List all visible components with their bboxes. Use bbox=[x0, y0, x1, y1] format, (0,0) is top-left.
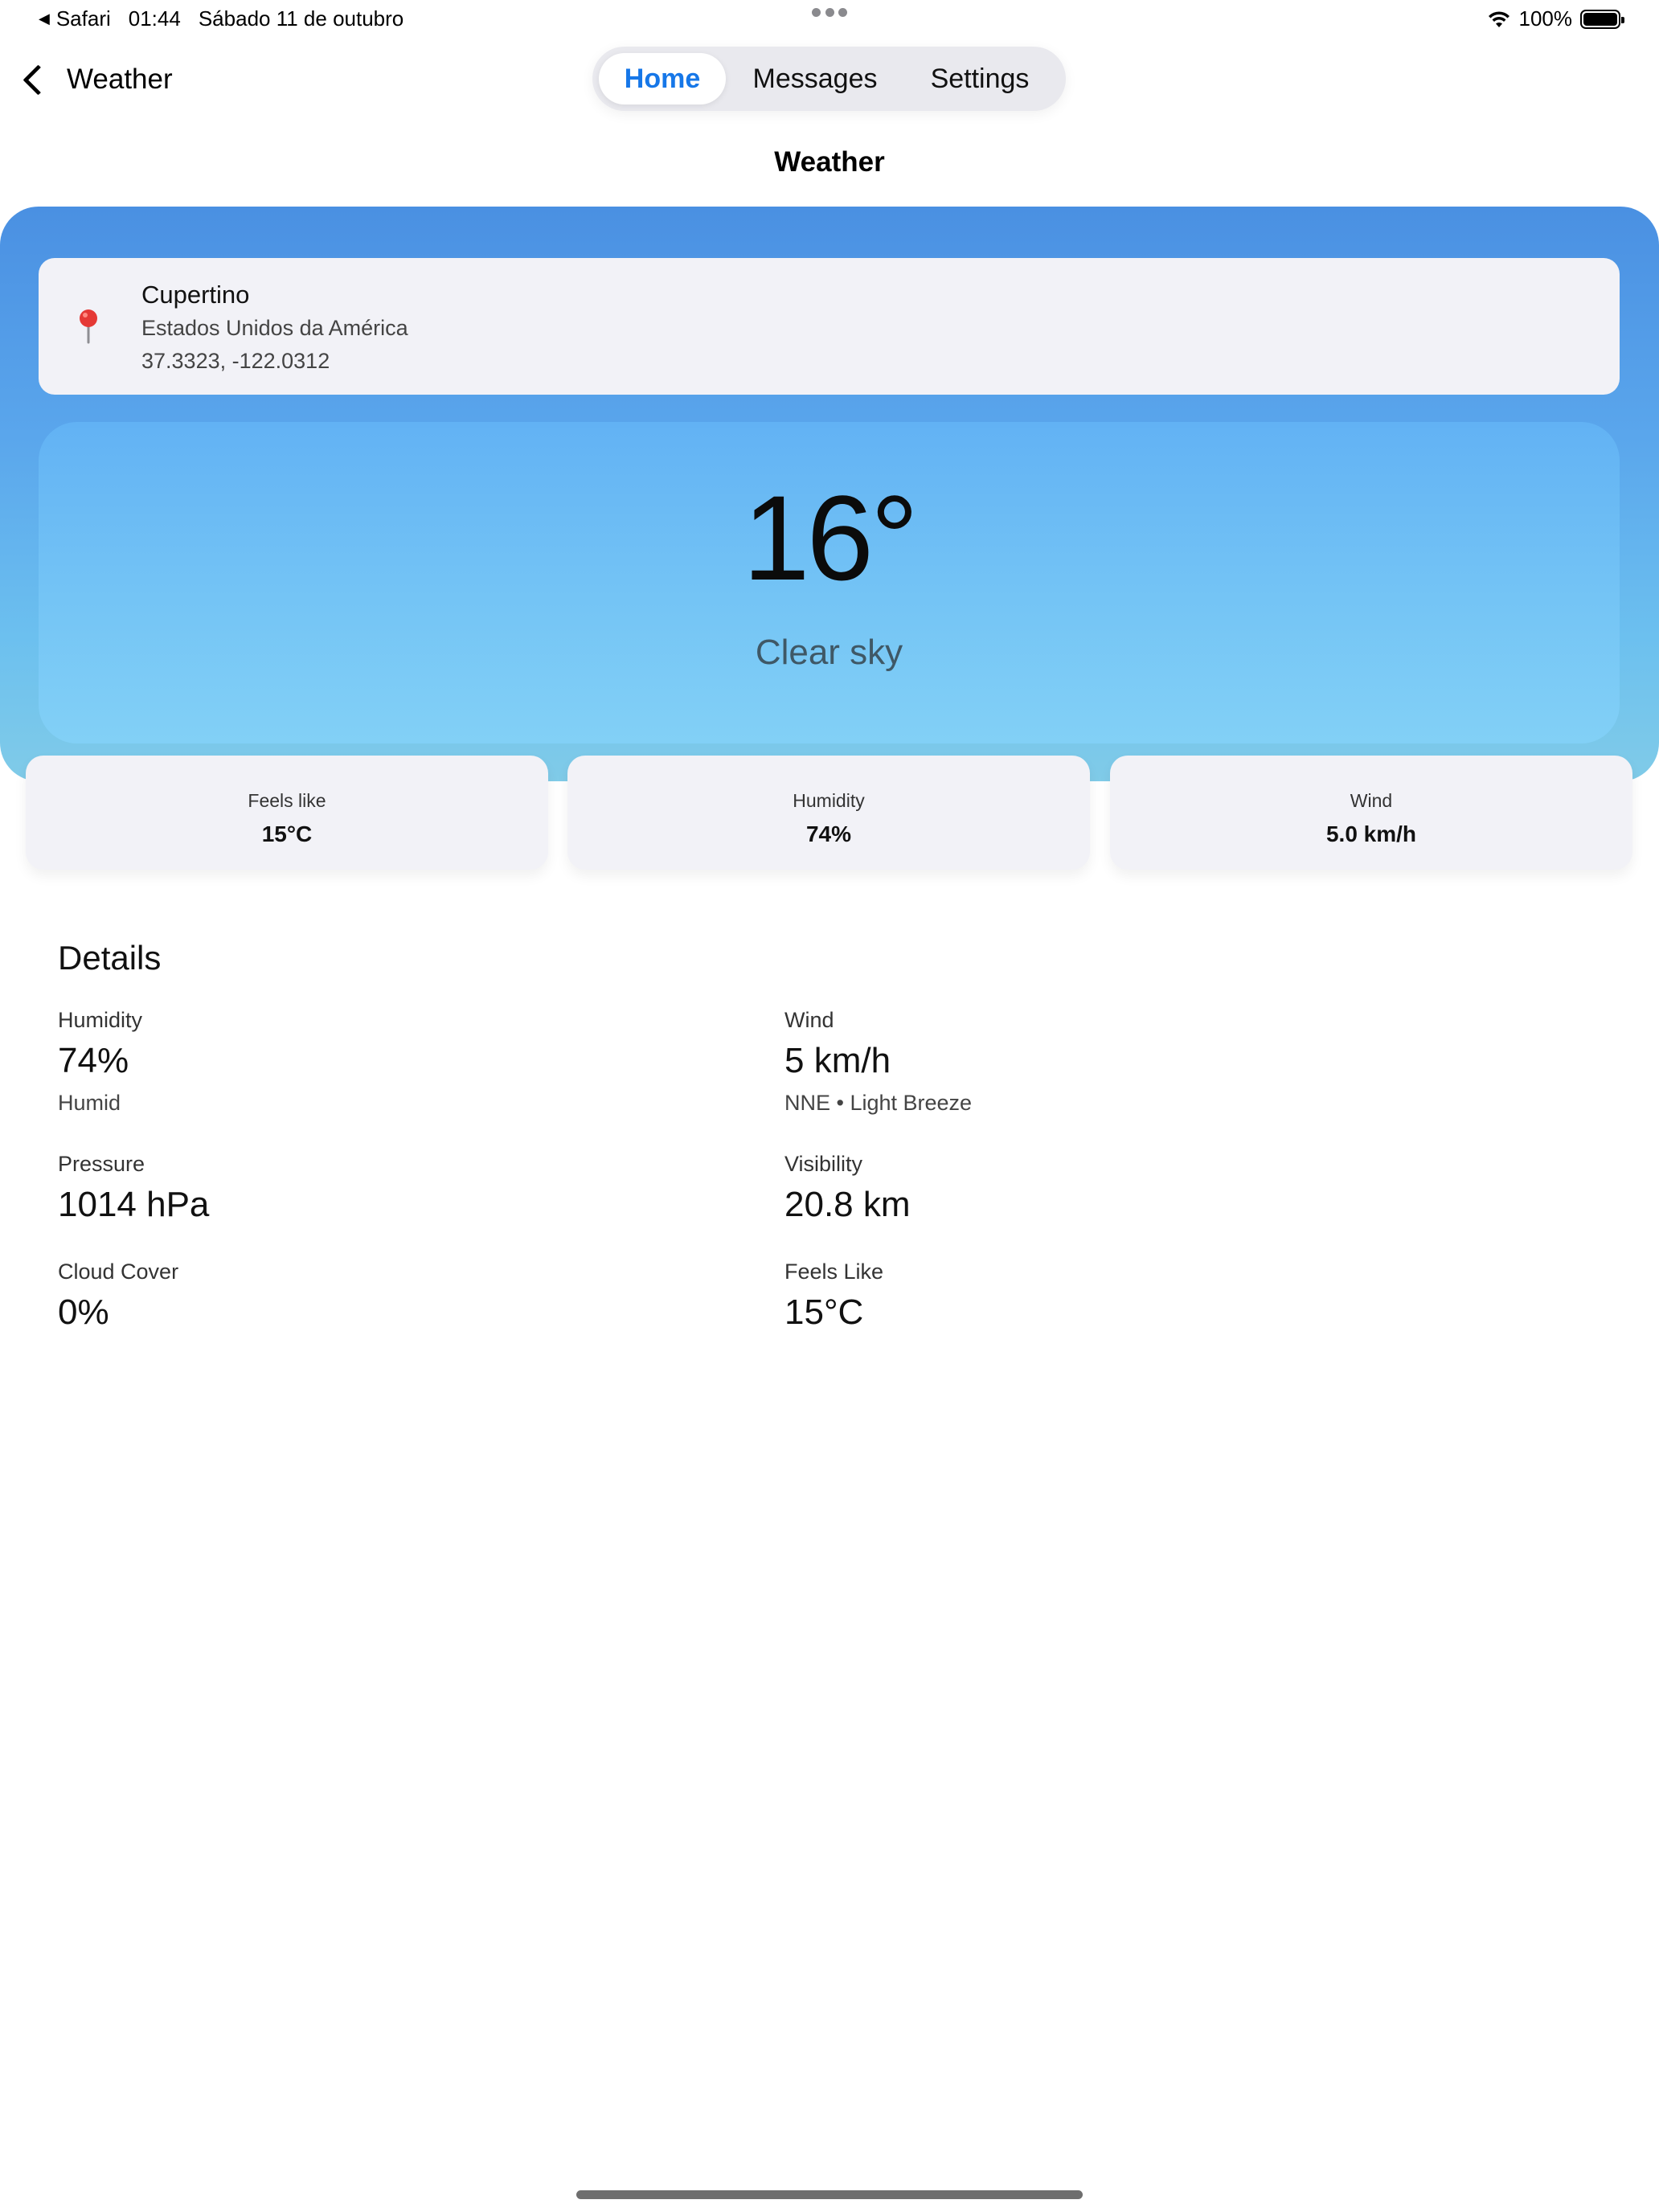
detail-label: Humidity bbox=[58, 1008, 143, 1032]
page-title: Weather bbox=[774, 146, 885, 178]
back-button[interactable]: Weather bbox=[19, 61, 173, 98]
detail-subtitle: NNE • Light Breeze bbox=[784, 1091, 973, 1115]
location-coordinates: 37.3323, -122.0312 bbox=[141, 349, 330, 373]
back-button-label: Weather bbox=[67, 63, 173, 95]
detail-value: 1014 hPa bbox=[58, 1185, 210, 1224]
details-title: Details bbox=[58, 939, 162, 977]
weather-hero: Cupertino Estados Unidos da América 37.3… bbox=[0, 207, 1659, 781]
detail-label: Wind bbox=[784, 1008, 834, 1032]
summary-label: Feels like bbox=[248, 790, 326, 811]
detail-label: Cloud Cover bbox=[58, 1260, 179, 1284]
detail-feels-like: Feels Like 15°C bbox=[784, 1260, 883, 1333]
location-city: Cupertino bbox=[141, 281, 250, 309]
detail-humidity: Humidity 74% Humid bbox=[58, 1008, 142, 1116]
status-right: 100% bbox=[1487, 6, 1624, 31]
summary-label: Humidity bbox=[793, 790, 865, 811]
tab-bar: Home Messages Settings bbox=[592, 47, 1066, 111]
home-indicator[interactable] bbox=[576, 2190, 1083, 2199]
detail-pressure: Pressure 1014 hPa bbox=[58, 1152, 209, 1225]
battery-percent: 100% bbox=[1518, 6, 1573, 31]
detail-cloud-cover: Cloud Cover 0% bbox=[58, 1260, 178, 1333]
back-to-app-label[interactable]: Safari bbox=[56, 6, 111, 31]
map-pin-icon bbox=[80, 309, 97, 344]
detail-label: Visibility bbox=[784, 1152, 863, 1176]
location-card[interactable]: Cupertino Estados Unidos da América 37.3… bbox=[39, 258, 1620, 395]
detail-label: Feels Like bbox=[784, 1260, 884, 1284]
current-condition: Clear sky bbox=[755, 633, 903, 672]
summary-value: 15°C bbox=[261, 821, 313, 846]
detail-wind: Wind 5 km/h NNE • Light Breeze bbox=[784, 1008, 972, 1116]
current-temperature: 16° bbox=[743, 470, 919, 605]
detail-value: 0% bbox=[58, 1292, 109, 1332]
tab-messages[interactable]: Messages bbox=[726, 53, 904, 104]
detail-visibility: Visibility 20.8 km bbox=[784, 1152, 911, 1225]
summary-value: 5.0 km/h bbox=[1325, 821, 1417, 846]
detail-label: Pressure bbox=[58, 1152, 145, 1176]
tab-home[interactable]: Home bbox=[599, 53, 726, 104]
current-temperature-card: 16° Clear sky bbox=[39, 422, 1620, 743]
detail-value: 74% bbox=[58, 1041, 129, 1080]
tab-settings[interactable]: Settings bbox=[904, 53, 1055, 104]
back-to-app-icon[interactable]: ◀ bbox=[39, 10, 50, 27]
detail-value: 15°C bbox=[784, 1292, 864, 1332]
detail-value: 20.8 km bbox=[784, 1185, 911, 1224]
summary-card-wind: Wind 5.0 km/h bbox=[1110, 756, 1632, 870]
summary-card-humidity: Humidity 74% bbox=[567, 756, 1090, 870]
chevron-left-icon bbox=[23, 63, 54, 96]
detail-subtitle: Humid bbox=[58, 1091, 121, 1115]
status-time: 01:44 bbox=[128, 6, 181, 31]
status-bar: ◀ Safari 01:44 Sábado 11 de outubro 100% bbox=[0, 0, 1659, 40]
detail-value: 5 km/h bbox=[784, 1041, 891, 1080]
summary-value: 74% bbox=[805, 821, 852, 846]
battery-icon bbox=[1580, 9, 1624, 29]
status-left: ◀ Safari 01:44 Sábado 11 de outubro bbox=[39, 6, 403, 31]
location-country: Estados Unidos da América bbox=[141, 316, 408, 340]
multitasking-dots-icon[interactable] bbox=[812, 8, 847, 19]
summary-card-feels-like: Feels like 15°C bbox=[26, 756, 548, 870]
wifi-icon bbox=[1488, 10, 1509, 27]
status-date: Sábado 11 de outubro bbox=[198, 6, 404, 31]
summary-label: Wind bbox=[1350, 790, 1393, 811]
